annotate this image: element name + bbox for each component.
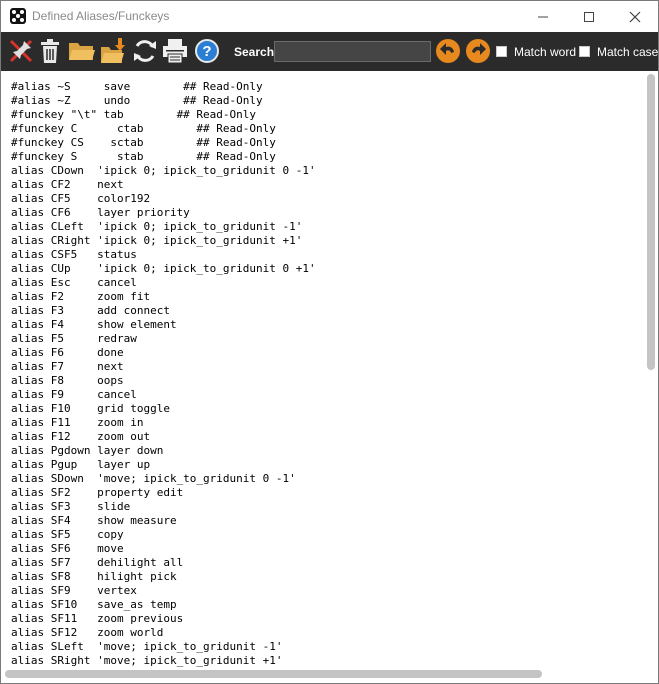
alias-line: alias SF2 property edit	[11, 486, 184, 499]
alias-line: #funckey C ctab ## Read-Only	[11, 122, 276, 135]
match-case-checkbox[interactable]	[579, 46, 590, 57]
alias-line: alias F11 zoom in	[11, 416, 144, 429]
folder-import-icon	[101, 38, 125, 63]
title-bar[interactable]: Defined Aliases/Funckeys	[1, 1, 658, 32]
refresh-icon	[134, 40, 156, 62]
maximize-icon	[584, 11, 594, 22]
alias-line: alias CUp 'ipick 0; ipick_to_gridunit 0 …	[11, 262, 316, 275]
search-label: Search:	[234, 45, 279, 59]
minimize-button[interactable]	[520, 1, 566, 32]
find-next-button[interactable]	[463, 36, 493, 66]
close-icon	[629, 11, 641, 22]
import-button[interactable]	[99, 36, 129, 66]
alias-line: alias SF7 dehilight all	[11, 556, 184, 569]
match-case-label: Match case	[597, 45, 659, 59]
pin-button[interactable]	[6, 36, 36, 66]
alias-line: alias F10 grid toggle	[11, 402, 170, 415]
alias-line: alias Pgup layer up	[11, 458, 151, 471]
alias-line: alias Pgdown layer down	[11, 444, 164, 457]
arrow-right-icon	[466, 39, 490, 63]
alias-line: alias CRight 'ipick 0; ipick_to_gridunit…	[11, 234, 303, 247]
alias-line: alias SF5 copy	[11, 528, 124, 541]
alias-line: alias F9 cancel	[11, 388, 137, 401]
print-icon	[163, 39, 187, 64]
arrow-left-icon	[436, 39, 460, 63]
alias-line: alias SF8 hilight pick	[11, 570, 177, 583]
help-button[interactable]: ?	[192, 36, 222, 66]
alias-line: #funckey "\t" tab ## Read-Only	[11, 108, 257, 121]
alias-line: #alias ~Z undo ## Read-Only	[11, 94, 263, 107]
open-button[interactable]	[67, 36, 97, 66]
alias-line: alias F6 done	[11, 346, 124, 359]
aliases-window: Defined Aliases/Funckeys ? Search: Match…	[0, 0, 659, 684]
alias-line: #funckey S stab ## Read-Only	[11, 150, 276, 163]
print-button[interactable]	[160, 36, 190, 66]
minimize-icon	[538, 16, 548, 17]
alias-line: #alias ~S save ## Read-Only	[11, 80, 263, 93]
alias-line: #funckey CS sctab ## Read-Only	[11, 136, 276, 149]
folder-open-icon	[69, 43, 95, 60]
alias-line: alias SLeft 'move; ipick_to_gridunit -1'	[11, 640, 283, 653]
alias-line: alias CF6 layer priority	[11, 206, 190, 219]
alias-line: alias F5 redraw	[11, 332, 137, 345]
alias-line: alias F8 oops	[11, 374, 124, 387]
match-word-checkbox[interactable]	[496, 46, 507, 57]
close-button[interactable]	[612, 1, 658, 32]
alias-line: alias SF9 vertex	[11, 584, 137, 597]
alias-text-area[interactable]: #alias ~S save ## Read-Only #alias ~Z und…	[2, 71, 658, 683]
window-title: Defined Aliases/Funckeys	[32, 9, 170, 23]
alias-line: alias Esc cancel	[11, 276, 137, 289]
pin-icon	[9, 39, 33, 63]
vertical-scrollbar-thumb[interactable]	[647, 74, 655, 370]
alias-line: alias SDown 'move; ipick_to_gridunit 0 -…	[11, 472, 296, 485]
alias-line: alias CF2 next	[11, 178, 124, 191]
alias-line: alias F4 show element	[11, 318, 177, 331]
search-input[interactable]	[274, 41, 431, 62]
alias-line: alias CLeft 'ipick 0; ipick_to_gridunit …	[11, 220, 303, 233]
alias-line: alias F2 zoom fit	[11, 290, 151, 303]
refresh-button[interactable]	[130, 36, 160, 66]
trash-icon	[41, 39, 59, 63]
help-icon: ?	[195, 39, 219, 63]
match-word-label: Match word	[514, 45, 577, 59]
delete-button[interactable]	[35, 36, 65, 66]
svg-text:?: ?	[202, 43, 211, 60]
toolbar: ? Search: Match word Match case	[1, 32, 658, 71]
alias-line: alias SF10 save_as temp	[11, 598, 177, 611]
alias-line: alias CF5 color192	[11, 192, 151, 205]
alias-line: alias CSF5 status	[11, 248, 137, 261]
alias-line: alias SRight 'move; ipick_to_gridunit +1…	[11, 654, 283, 667]
alias-line: alias SF11 zoom previous	[11, 612, 184, 625]
alias-line: alias F3 add connect	[11, 304, 170, 317]
alias-line: alias SF12 zoom world	[11, 626, 164, 639]
horizontal-scrollbar-thumb[interactable]	[5, 670, 542, 678]
alias-line: alias SF6 move	[11, 542, 124, 555]
maximize-button[interactable]	[566, 1, 612, 32]
alias-lines: #alias ~S save ## Read-Only #alias ~Z und…	[11, 80, 316, 668]
alias-line: alias SF3 slide	[11, 500, 131, 513]
find-previous-button[interactable]	[433, 36, 463, 66]
alias-line: alias SF4 show measure	[11, 514, 177, 527]
alias-line: alias F7 next	[11, 360, 124, 373]
app-icon	[10, 8, 26, 24]
alias-line: alias F12 zoom out	[11, 430, 151, 443]
alias-line: alias CDown 'ipick 0; ipick_to_gridunit …	[11, 164, 316, 177]
